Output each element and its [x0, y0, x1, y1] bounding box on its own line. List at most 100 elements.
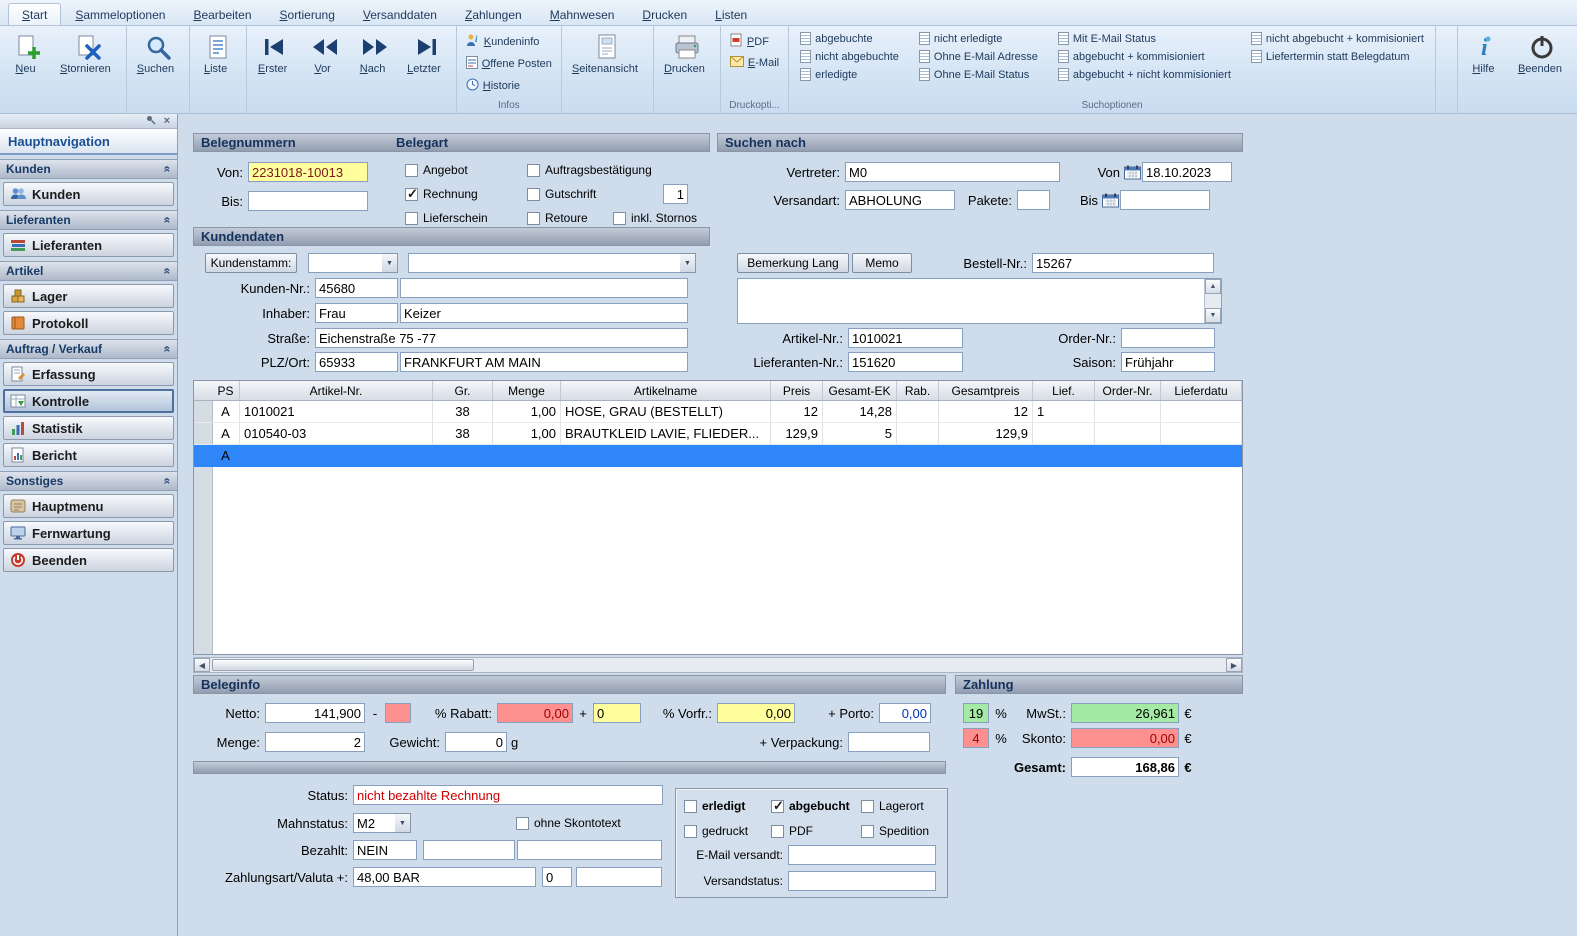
tab-zahlungen[interactable]: Zahlungen: [451, 3, 536, 25]
suchoption-abgebuchte[interactable]: abgebuchte: [797, 31, 902, 46]
porto-field[interactable]: 0,00: [879, 703, 931, 723]
sidebar-section-artikel[interactable]: Artikel «: [0, 261, 177, 281]
kundeninfo-button[interactable]: i Kundeninfo: [461, 31, 557, 52]
versandstatus-field[interactable]: [788, 871, 936, 891]
column-header[interactable]: Gr.: [433, 381, 493, 400]
checkbox-auftragsbestaetigung[interactable]: Auftragsbestätigung: [527, 163, 652, 177]
sidebar-section-auftrag-verkauf[interactable]: Auftrag / Verkauf «: [0, 339, 177, 359]
kunden-name-field[interactable]: [400, 278, 688, 298]
suchoption-nicht-erledigte[interactable]: nicht erledigte: [916, 31, 1041, 46]
checkbox-inkl-stornos[interactable]: inkl. Stornos: [613, 211, 697, 225]
pakete-field[interactable]: [1017, 190, 1050, 210]
sidebar-item-kunden[interactable]: Kunden: [3, 182, 174, 206]
inhaber-name-field[interactable]: Keizer: [400, 303, 688, 323]
sidebar-item-erfassung[interactable]: Erfassung: [3, 362, 174, 386]
beleg-von-field[interactable]: 2231018-10013: [248, 162, 368, 182]
column-header[interactable]: Gesamtpreis: [939, 381, 1033, 400]
tab-listen[interactable]: Listen: [701, 3, 761, 25]
bemerkung-lang-button[interactable]: Bemerkung Lang: [737, 253, 849, 273]
scroll-right-icon[interactable]: ▶: [1226, 658, 1242, 672]
tab-start[interactable]: Start: [8, 3, 62, 25]
bestell-nr-field[interactable]: 15267: [1032, 253, 1214, 273]
tab-bearbeiten[interactable]: Bearbeiten: [179, 3, 265, 25]
suchoption-ohne-email-status[interactable]: Ohne E-Mail Status: [916, 67, 1041, 82]
verpackung-field[interactable]: [848, 732, 930, 752]
column-header[interactable]: Artikel-Nr.: [240, 381, 433, 400]
sidebar-item-lieferanten[interactable]: Lieferanten: [3, 233, 174, 257]
skonto-pct-field[interactable]: 4: [963, 728, 989, 748]
lieferanten-nr-field[interactable]: 151620: [848, 352, 963, 372]
versandart-field[interactable]: ABHOLUNG: [845, 190, 955, 210]
tab-sortierung[interactable]: Sortierung: [266, 3, 349, 25]
tab-drucken[interactable]: Drucken: [628, 3, 701, 25]
gutschrift-count-field[interactable]: 1: [663, 184, 688, 204]
kundenstamm-button[interactable]: Kundenstamm:: [205, 253, 297, 273]
checkbox-erledigt[interactable]: erledigt: [684, 799, 745, 813]
checkbox-pdf[interactable]: PDF: [771, 824, 813, 838]
liste-button[interactable]: Liste: [194, 28, 242, 99]
checkbox-abgebucht[interactable]: abgebucht: [771, 798, 850, 814]
gewicht-field[interactable]: 0: [445, 732, 507, 752]
sidebar-section-sonstiges[interactable]: Sonstiges «: [0, 471, 177, 491]
column-header[interactable]: Lieferdatu: [1161, 381, 1242, 400]
memo-text[interactable]: [738, 279, 1204, 323]
beenden-button[interactable]: Beenden: [1512, 28, 1573, 99]
suchoption-erledigte[interactable]: erledigte: [797, 67, 902, 82]
sidebar-item-statistik[interactable]: Statistik: [3, 416, 174, 440]
sidebar-item-lager[interactable]: Lager: [3, 284, 174, 308]
sidebar-section-kunden[interactable]: Kunden «: [0, 159, 177, 179]
table-row[interactable]: A 010540-03 38 1,00 BRAUTKLEID LAVIE, FL…: [194, 423, 1242, 445]
rabatt-pct-field[interactable]: [385, 703, 411, 723]
plz-field[interactable]: 65933: [315, 352, 398, 372]
vorfr-field[interactable]: 0,00: [717, 703, 795, 723]
offene-posten-button[interactable]: Offene Posten: [461, 54, 557, 74]
sidebar-item-protokoll[interactable]: Protokoll: [3, 311, 174, 335]
vertreter-field[interactable]: M0: [845, 162, 1060, 182]
beleg-bis-field[interactable]: [248, 191, 368, 211]
calendar-icon[interactable]: [1100, 191, 1120, 209]
column-header[interactable]: Preis: [771, 381, 823, 400]
nach-button[interactable]: Nach: [351, 28, 399, 99]
vor-button[interactable]: Vor: [301, 28, 349, 99]
mwst-pct-field[interactable]: 19: [963, 703, 989, 723]
sidebar-item-fernwartung[interactable]: Fernwartung: [3, 521, 174, 545]
pin-icon[interactable]: [146, 115, 156, 128]
scroll-down-icon[interactable]: ▼: [1205, 308, 1221, 323]
sidebar-item-beenden[interactable]: Beenden: [3, 548, 174, 572]
sidebar-section-lieferanten[interactable]: Lieferanten «: [0, 210, 177, 230]
drucken-button[interactable]: Drucken: [658, 28, 716, 99]
zahlungsart-field[interactable]: 48,00 BAR: [353, 867, 536, 887]
sidebar-item-hauptmenu[interactable]: Hauptmenu: [3, 494, 174, 518]
artikel-nr-field[interactable]: 1010021: [848, 328, 963, 348]
column-header[interactable]: Lief.: [1033, 381, 1095, 400]
dropdown-arrow-icon[interactable]: [680, 253, 696, 273]
letzter-button[interactable]: Letzter: [401, 28, 452, 99]
ort-field[interactable]: FRANKFURT AM MAIN: [400, 352, 688, 372]
suchoption-mit-email-status[interactable]: Mit E-Mail Status: [1055, 31, 1234, 46]
checkbox-spedition[interactable]: Spedition: [861, 824, 929, 838]
neu-button[interactable]: Neu: [4, 28, 52, 99]
historie-button[interactable]: Historie: [461, 76, 557, 96]
rabatt-value-field[interactable]: 0,00: [497, 703, 573, 723]
kunden-nr-field[interactable]: 45680: [315, 278, 398, 298]
dropdown-arrow-icon[interactable]: [395, 813, 411, 833]
suchoption-abgebucht-kommisioniert[interactable]: abgebucht + kommisioniert: [1055, 49, 1234, 64]
table-row[interactable]: A 1010021 38 1,00 HOSE, GRAU (BESTELLT) …: [194, 401, 1242, 423]
checkbox-gedruckt[interactable]: gedruckt: [684, 824, 748, 838]
checkbox-lagerort[interactable]: Lagerort: [861, 799, 924, 813]
column-header[interactable]: Artikelname: [561, 381, 771, 400]
datum-bis-field[interactable]: [1120, 190, 1210, 210]
sidebar-item-bericht[interactable]: Bericht: [3, 443, 174, 467]
suchoption-ohne-email-adresse[interactable]: Ohne E-Mail Adresse: [916, 49, 1041, 64]
saison-field[interactable]: Frühjahr: [1121, 352, 1215, 372]
email-versandt-field[interactable]: [788, 845, 936, 865]
suchoption-liefertermin-statt-belegdatum[interactable]: Liefertermin statt Belegdatum: [1248, 49, 1427, 64]
zuschlag-field[interactable]: 0: [593, 703, 641, 723]
tab-versanddaten[interactable]: Versanddaten: [349, 3, 451, 25]
close-icon[interactable]: ×: [164, 115, 170, 127]
checkbox-gutschrift[interactable]: Gutschrift: [527, 187, 596, 201]
kundenstamm-code-select[interactable]: [308, 253, 398, 273]
column-header[interactable]: Order-Nr.: [1095, 381, 1161, 400]
bezahlt-field[interactable]: NEIN: [353, 840, 417, 860]
memo-scrollbar[interactable]: ▲ ▼: [1204, 279, 1221, 323]
